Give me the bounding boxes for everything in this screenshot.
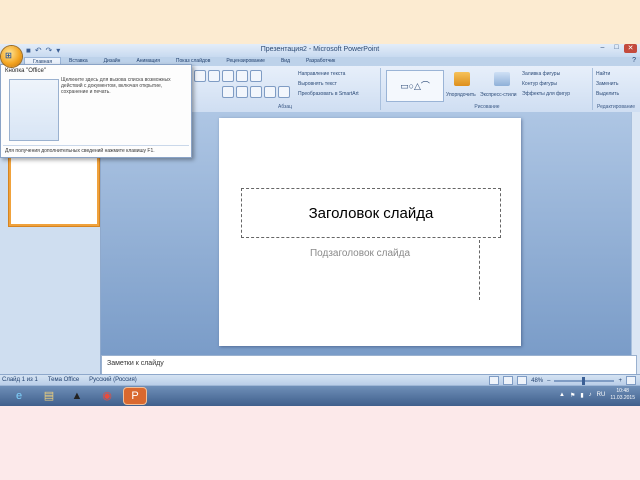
slideshow-view-icon[interactable] xyxy=(517,376,528,385)
group-label-drawing: Рисование xyxy=(474,104,500,110)
slide-counter: Слайд 1 из 1 xyxy=(2,377,38,383)
page-background-top xyxy=(0,0,640,44)
shape-outline-button[interactable]: Контур фигуры xyxy=(522,81,557,87)
zoom-out-icon[interactable]: – xyxy=(547,378,550,384)
title-bar: ■ ↶ ↷ ▾ Презентация2 - Microsoft PowerPo… xyxy=(0,44,640,57)
vertical-scrollbar[interactable] xyxy=(631,112,640,374)
increase-indent-icon[interactable] xyxy=(236,70,248,82)
arrange-button[interactable]: Упорядочить xyxy=(446,92,476,98)
notes-placeholder: Заметки к слайду xyxy=(107,360,164,367)
align-text-button[interactable]: Выровнять текст xyxy=(298,81,337,87)
shape-effects-button[interactable]: Эффекты для фигур xyxy=(522,91,570,97)
language-indicator[interactable]: Русский (Россия) xyxy=(89,377,137,383)
group-label-paragraph: Абзац xyxy=(277,104,293,110)
title-placeholder-text: Заголовок слайда xyxy=(308,205,434,222)
group-drawing: ▭○△⌒ Упорядочить Экспресс-стили Заливка … xyxy=(382,68,593,110)
internet-explorer-icon[interactable]: e xyxy=(8,388,30,404)
replace-button[interactable]: Заменить xyxy=(596,81,618,87)
chrome-icon[interactable]: ◉ xyxy=(96,388,118,404)
tooltip-title: Кнопка "Office" xyxy=(5,68,46,74)
bullets-icon[interactable] xyxy=(194,70,206,82)
office-menu-preview-image xyxy=(9,79,59,141)
align-left-icon[interactable] xyxy=(222,86,234,98)
tab-review[interactable]: Рецензирование xyxy=(218,57,273,66)
group-paragraph: Направление текста Выровнять текст Преоб… xyxy=(190,68,381,110)
arrange-icon[interactable] xyxy=(454,72,470,86)
line-spacing-icon[interactable] xyxy=(250,70,262,82)
title-placeholder[interactable]: Заголовок слайда xyxy=(241,188,501,238)
group-label-editing: Редактирование xyxy=(596,104,636,110)
normal-view-icon[interactable] xyxy=(489,376,500,385)
group-editing: Найти Заменить Выделить Редактирование xyxy=(594,68,638,110)
app-hat-icon[interactable]: ▲ xyxy=(66,388,88,404)
select-button[interactable]: Выделить xyxy=(596,91,619,97)
maximize-icon[interactable]: □ xyxy=(610,44,623,53)
slide-canvas[interactable]: Заголовок слайда Подзаголовок слайда xyxy=(219,118,521,346)
system-tray: ▲ ⚑ ▮ ♪ RU 10:48 11.03.2015 xyxy=(559,388,635,402)
justify-icon[interactable] xyxy=(264,86,276,98)
text-direction-button[interactable]: Направление текста xyxy=(298,71,345,77)
minimize-icon[interactable]: – xyxy=(596,44,609,53)
subtitle-placeholder-text: Подзаголовок слайда xyxy=(309,248,411,259)
align-right-icon[interactable] xyxy=(250,86,262,98)
tray-arrow-icon[interactable]: ▲ xyxy=(559,392,565,398)
powerpoint-window: ■ ↶ ↷ ▾ Презентация2 - Microsoft PowerPo… xyxy=(0,44,640,406)
notes-pane[interactable]: Заметки к слайду xyxy=(101,355,637,376)
taskbar: e ▤ ▲ ◉ P ▲ ⚑ ▮ ♪ RU 10:48 11.03.2015 xyxy=(0,385,640,406)
help-icon[interactable]: ? xyxy=(632,57,636,64)
sorter-view-icon[interactable] xyxy=(503,376,514,385)
window-title: Презентация2 - Microsoft PowerPoint xyxy=(260,46,380,53)
clock[interactable]: 10:48 11.03.2015 xyxy=(610,388,635,402)
flag-icon[interactable]: ⚑ xyxy=(570,392,575,399)
shape-fill-button[interactable]: Заливка фигуры xyxy=(522,71,560,77)
powerpoint-taskbar-icon[interactable]: P xyxy=(124,388,146,404)
zoom-level[interactable]: 48% xyxy=(531,378,543,384)
numbering-icon[interactable] xyxy=(208,70,220,82)
page-background-bottom xyxy=(0,405,640,480)
tooltip-divider xyxy=(3,145,189,146)
theme-name: Тема Office xyxy=(47,377,80,383)
tooltip-help-hint: Для получения дополнительных сведений на… xyxy=(5,148,155,154)
office-logo-icon: ⊞ xyxy=(5,51,12,60)
zoom-in-icon[interactable]: + xyxy=(618,378,622,384)
close-icon[interactable]: ✕ xyxy=(624,44,637,53)
tooltip-description: Щелкните здесь для вызова списка возможн… xyxy=(61,77,171,95)
quick-styles-icon[interactable] xyxy=(494,72,510,86)
keyboard-layout[interactable]: RU xyxy=(597,392,606,398)
columns-icon[interactable] xyxy=(278,86,290,98)
office-button[interactable]: ⊞ xyxy=(1,46,22,67)
clock-date: 11.03.2015 xyxy=(610,395,635,401)
volume-icon[interactable]: ♪ xyxy=(589,392,592,398)
file-explorer-icon[interactable]: ▤ xyxy=(38,388,60,404)
find-button[interactable]: Найти xyxy=(596,71,610,77)
status-info: Слайд 1 из 1 Тема Office Русский (Россия… xyxy=(2,377,137,383)
tab-developer[interactable]: Разработчик xyxy=(298,57,343,66)
convert-smartart-button[interactable]: Преобразовать в SmartArt xyxy=(298,91,359,97)
slide-thumbnail[interactable] xyxy=(9,152,99,226)
quick-styles-button[interactable]: Экспресс-стили xyxy=(480,92,517,98)
clock-time: 10:48 xyxy=(616,388,629,394)
view-controls: 48% – + xyxy=(489,376,636,385)
window-controls: – □ ✕ xyxy=(596,44,637,53)
subtitle-placeholder[interactable]: Подзаголовок слайда xyxy=(241,240,480,300)
decrease-indent-icon[interactable] xyxy=(222,70,234,82)
zoom-slider[interactable] xyxy=(554,376,615,385)
fit-slide-icon[interactable] xyxy=(626,376,636,385)
align-center-icon[interactable] xyxy=(236,86,248,98)
office-button-tooltip: Кнопка "Office" Щелкните здесь для вызов… xyxy=(0,64,192,158)
network-icon[interactable]: ▮ xyxy=(580,392,583,399)
shapes-gallery[interactable]: ▭○△⌒ xyxy=(386,70,444,102)
tab-view[interactable]: Вид xyxy=(273,57,298,66)
